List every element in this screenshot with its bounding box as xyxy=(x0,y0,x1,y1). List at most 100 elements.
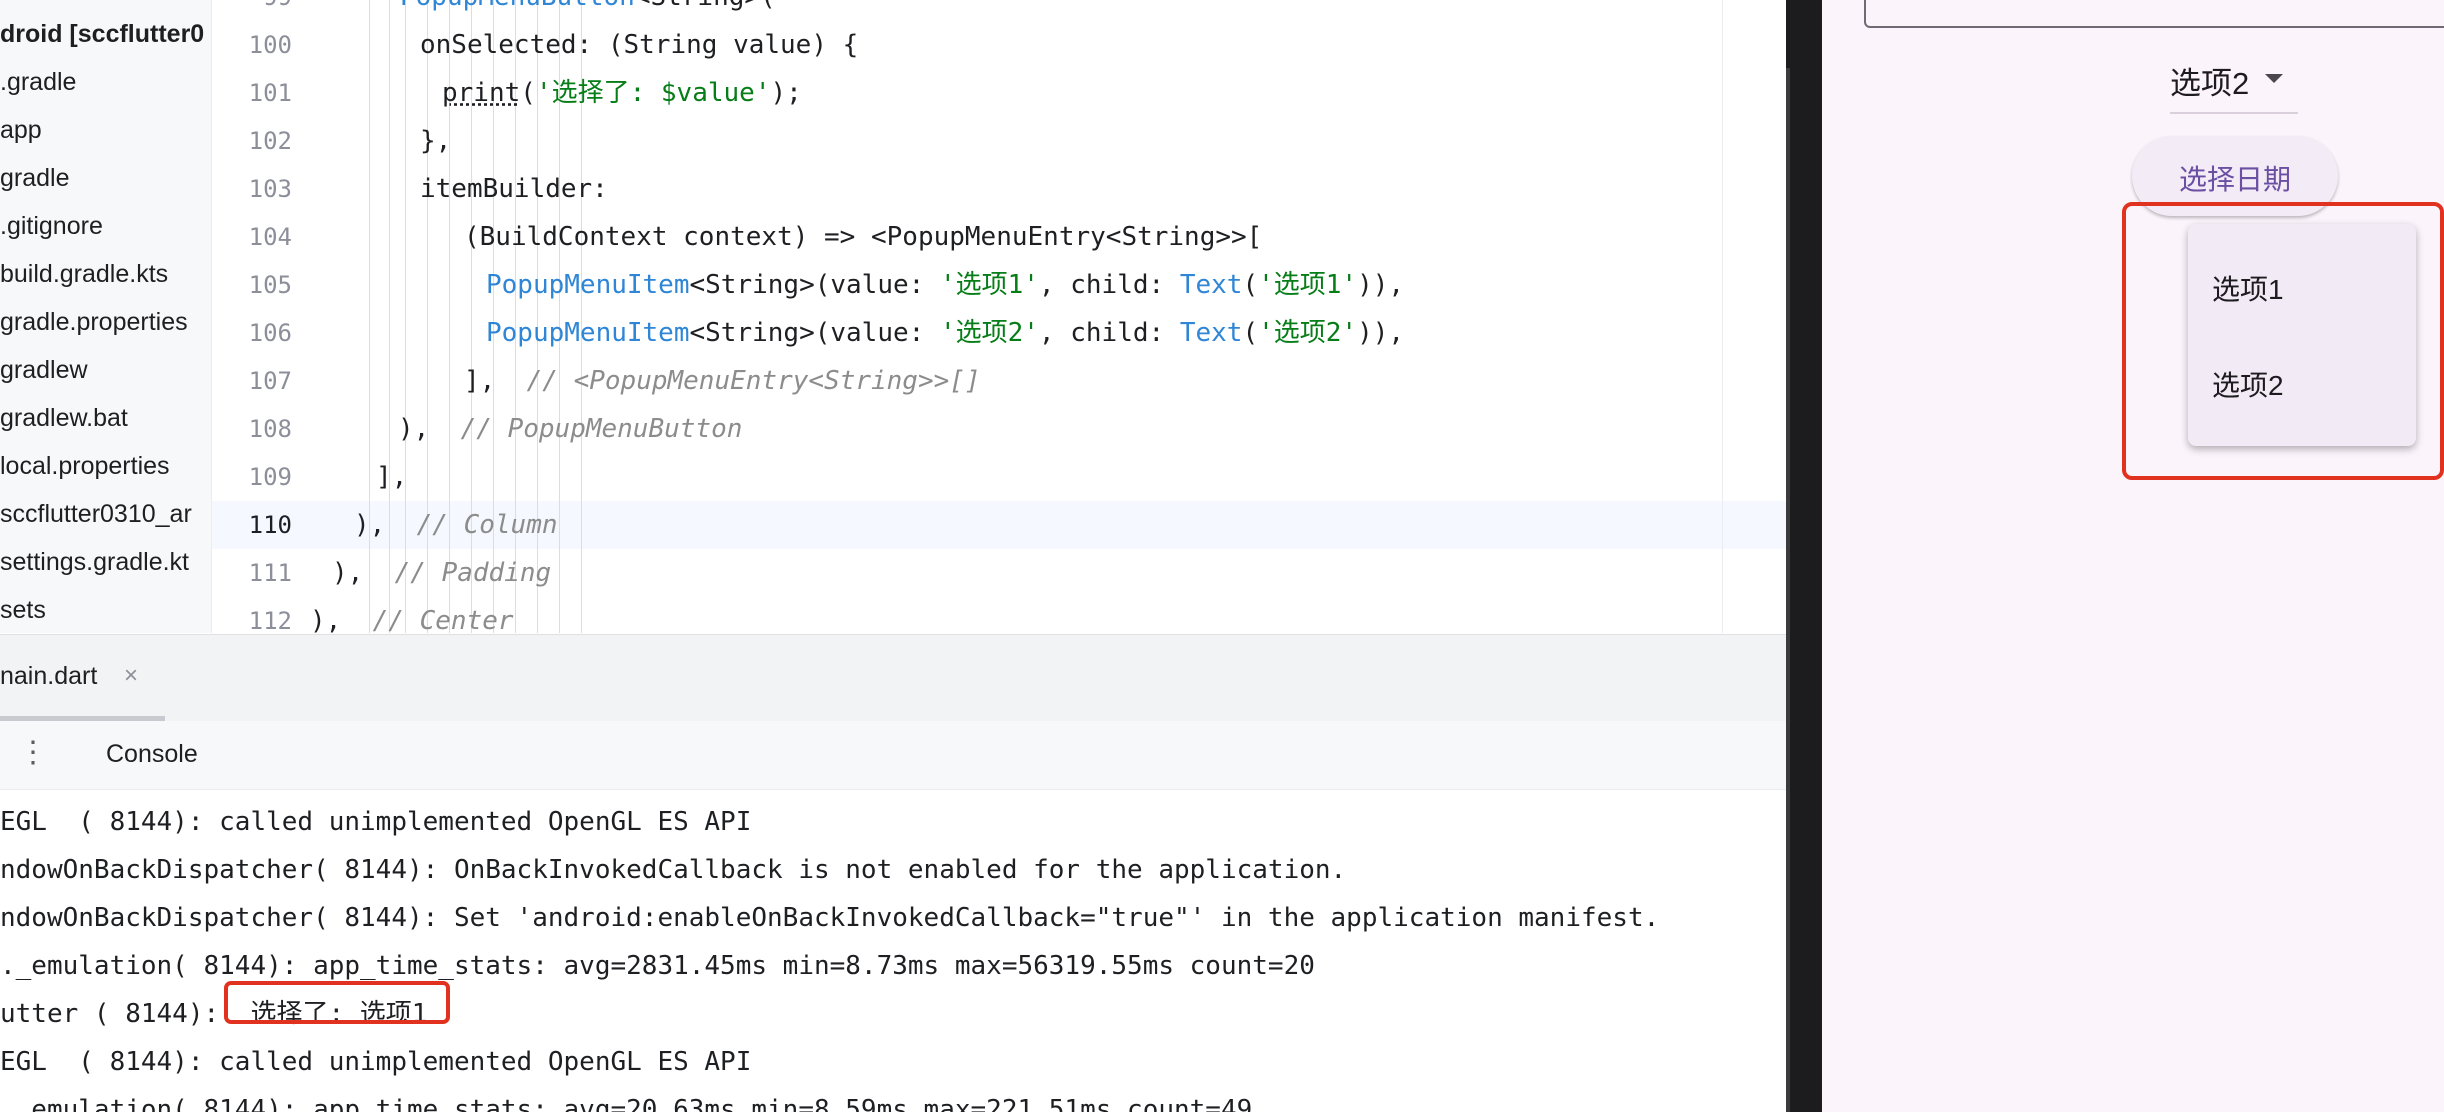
code-line: PopupMenuItem<String>(value: '选项1', chil… xyxy=(486,261,1404,309)
code-line: }, xyxy=(420,117,451,165)
line-number: 111 xyxy=(248,559,292,587)
code-token: // PopupMenuButton xyxy=(460,414,743,444)
right-margin-guide xyxy=(1722,0,1723,633)
code-token: )), xyxy=(1357,318,1405,348)
line-number: 108 xyxy=(248,415,292,443)
code-token: '选项1' xyxy=(939,270,1039,300)
tree-item[interactable]: sccflutter0310_ar xyxy=(0,494,192,534)
line-number: 102 xyxy=(248,127,292,155)
code-token: // Padding xyxy=(394,558,552,588)
line-number: 112 xyxy=(248,607,292,633)
code-token: ), xyxy=(398,414,461,444)
close-icon[interactable]: × xyxy=(124,662,138,690)
tree-item[interactable]: sets xyxy=(0,590,46,630)
code-line: ), // PopupMenuButton xyxy=(398,405,742,453)
annotation-highlight-popup xyxy=(2122,202,2444,480)
code-line: itemBuilder: xyxy=(420,165,608,213)
select-date-button-label: 选择日期 xyxy=(2178,164,2291,195)
tree-item[interactable]: .gitignore xyxy=(0,206,103,246)
code-token: Text xyxy=(1179,270,1243,300)
code-line: (BuildContext context) => <PopupMenuEntr… xyxy=(464,213,1262,261)
code-line: ], // <PopupMenuEntry<String>>[] xyxy=(464,357,981,405)
log-line: ._emulation( 8144): app_time_stats: avg=… xyxy=(0,1095,1253,1112)
code-token: // <PopupMenuEntry<String>>[] xyxy=(526,366,981,396)
tree-item[interactable]: .gradle xyxy=(0,62,76,102)
tree-item[interactable]: build.gradle.kts xyxy=(0,254,168,294)
tree-item[interactable]: gradlew.bat xyxy=(0,398,128,438)
project-tree-panel: droid [sccflutter0 .gradle app gradle .gitig… xyxy=(0,0,212,633)
text-input-field[interactable] xyxy=(1864,0,2444,28)
code-token: print xyxy=(442,78,521,108)
code-token: // Center xyxy=(372,606,514,633)
code-token: ); xyxy=(770,78,802,108)
tree-item[interactable]: settings.gradle.kt xyxy=(0,542,189,582)
code-line: PopupMenuItem<String>(value: '选项2', chil… xyxy=(486,309,1404,357)
code-token: ], xyxy=(376,462,408,492)
annotation-highlight-log xyxy=(224,981,450,1024)
more-options-icon[interactable]: ⋮ xyxy=(18,735,48,771)
line-number: 107 xyxy=(248,367,292,395)
device-edge xyxy=(1786,68,1790,1112)
code-token: (BuildContext context) => <PopupMenuEntr… xyxy=(464,222,1263,252)
line-number: 103 xyxy=(248,175,292,203)
run-tab-bar: nain.dart × xyxy=(0,634,1786,721)
option-dropdown[interactable]: 选项2 xyxy=(2170,50,2298,114)
line-number: 110 xyxy=(248,511,292,539)
tab-console[interactable]: Console xyxy=(106,740,198,769)
code-token: ( xyxy=(520,78,536,108)
line-number: 104 xyxy=(248,223,292,251)
code-token: '选项1' xyxy=(1258,270,1358,300)
log-line: ._emulation( 8144): app_time_stats: avg=… xyxy=(0,951,1315,981)
code-token: }, xyxy=(420,126,452,156)
code-token: ( xyxy=(1242,318,1259,348)
code-line: onSelected: (String value) { xyxy=(420,21,858,69)
line-number: 101 xyxy=(248,79,292,107)
code-token: , child: xyxy=(1038,270,1180,300)
dropdown-arrow-icon xyxy=(2265,74,2283,83)
line-number: 109 xyxy=(248,463,292,491)
code-token: <String>( xyxy=(635,0,776,12)
code-token: PopupMenuItem xyxy=(486,318,690,348)
code-token: ), xyxy=(332,558,395,588)
code-token: '选项2' xyxy=(1258,318,1358,348)
code-token: '选项2' xyxy=(939,318,1039,348)
code-token: itemBuilder: xyxy=(420,174,608,204)
line-number-gutter: 99 100 101 102 103 104 105 106 107 108 109 110 111 11… xyxy=(212,0,367,633)
code-token: PopupMenuButton xyxy=(400,0,635,12)
current-line-highlight xyxy=(367,501,1786,549)
code-line: ], xyxy=(376,453,407,501)
tree-item[interactable]: droid [sccflutter0 xyxy=(0,14,204,54)
code-line: ), // Padding xyxy=(332,549,551,597)
tree-item[interactable]: gradle.properties xyxy=(0,302,188,342)
log-line: ndowOnBackDispatcher( 8144): OnBackInvok… xyxy=(0,855,1347,885)
code-line: print('选择了: $value'); xyxy=(442,69,802,117)
code-token: ( xyxy=(1242,270,1259,300)
line-number: 99 xyxy=(212,0,292,21)
log-line: EGL ( 8144): called unimplemented OpenGL… xyxy=(0,807,752,837)
code-line: ), // Column xyxy=(354,501,558,549)
line-number: 105 xyxy=(248,271,292,299)
code-token: <String>(value: xyxy=(689,318,940,348)
tree-item[interactable]: local.properties xyxy=(0,446,170,486)
code-token: PopupMenuItem xyxy=(486,270,690,300)
code-token: <String>(value: xyxy=(689,270,940,300)
log-line: ndowOnBackDispatcher( 8144): Set 'androi… xyxy=(0,903,1660,933)
code-token: )), xyxy=(1357,270,1405,300)
code-token: ], xyxy=(464,366,527,396)
run-tab-main-dart[interactable]: nain.dart × xyxy=(0,635,165,721)
console-output[interactable]: EGL ( 8144): called unimplemented OpenGL… xyxy=(0,790,1786,1112)
code-token: onSelected: (String value) { xyxy=(420,30,859,60)
tree-item[interactable]: gradle xyxy=(0,158,70,198)
dropdown-selected-value: 选项2 xyxy=(2170,66,2250,101)
flutter-app-screen: 选项2 选择日期 选项1 选项2 xyxy=(1822,0,2444,1112)
tree-item[interactable]: app xyxy=(0,110,42,150)
run-tab-label: nain.dart xyxy=(0,662,98,690)
device-bezel xyxy=(1786,0,1822,1112)
tree-item[interactable]: gradlew xyxy=(0,350,88,390)
code-editor[interactable]: 99 100 101 102 103 104 105 106 107 108 109 110 111 11… xyxy=(212,0,1786,633)
code-token: '选择了: $value' xyxy=(535,78,771,108)
code-line: PopupMenuButton<String>( xyxy=(400,0,776,21)
code-token: Text xyxy=(1179,318,1243,348)
line-number: 100 xyxy=(248,31,292,59)
code-token: ), xyxy=(310,606,373,633)
